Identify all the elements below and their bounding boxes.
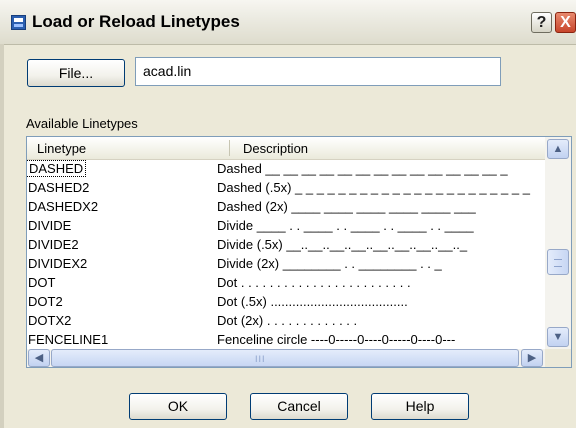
linetype-name: DASHED2 — [28, 180, 90, 195]
close-button[interactable]: X — [555, 12, 576, 33]
dialog-title: Load or Reload Linetypes — [32, 12, 240, 31]
window-frame — [0, 44, 4, 428]
linetype-description: Divide (2x) ________ . . ________ . . _ — [217, 256, 442, 271]
list-item[interactable]: DASHEDX2 Dashed (2x) ____ ____ ____ ____… — [27, 198, 545, 217]
list-item[interactable]: DASHED2 Dashed (.5x) _ _ _ _ _ _ _ _ _ _… — [27, 179, 545, 198]
linetype-description: Dashed (2x) ____ ____ ____ ____ ____ ___ — [217, 199, 476, 214]
linetype-description: Dot (2x) . . . . . . . . . . . . . — [217, 313, 358, 328]
scrollbar-corner — [545, 349, 571, 367]
list-item[interactable]: DASHED Dashed __ __ __ __ __ __ __ __ __… — [27, 160, 545, 179]
list-item[interactable]: DOT2 Dot (.5x) .........................… — [27, 293, 545, 312]
available-linetypes-label: Available Linetypes — [26, 116, 138, 131]
linetype-name: FENCELINE1 — [28, 332, 109, 347]
column-header-linetype[interactable]: Linetype — [37, 141, 86, 156]
ok-button[interactable]: OK — [129, 393, 227, 420]
title-help-button[interactable]: ? — [531, 12, 552, 33]
list-item[interactable]: DOTX2 Dot (2x) . . . . . . . . . . . . . — [27, 312, 545, 331]
scroll-right-arrow-icon[interactable]: ▶ — [521, 349, 543, 367]
vertical-scroll-thumb[interactable] — [547, 249, 569, 275]
linetype-name: DIVIDEX2 — [28, 256, 88, 271]
title-bar: Load or Reload Linetypes ? X — [0, 0, 576, 45]
linetype-description: Divide ____ . . ____ . . ____ . . ____ .… — [217, 218, 474, 233]
linetype-description: Dot (.5x) ..............................… — [217, 294, 408, 309]
load-linetypes-dialog: Load or Reload Linetypes ? X File... aca… — [0, 0, 576, 428]
linetype-name: DIVIDE2 — [28, 237, 79, 252]
file-name-field[interactable]: acad.lin — [135, 57, 501, 86]
list-item[interactable]: DIVIDE2 Divide (.5x) __..__..__..__..__.… — [27, 236, 545, 255]
column-header-description[interactable]: Description — [243, 141, 308, 156]
linetype-list[interactable]: Linetype Description DASHED Dashed __ __… — [26, 136, 572, 368]
horizontal-scroll-thumb[interactable]: III — [51, 349, 519, 367]
list-item[interactable]: DIVIDEX2 Divide (2x) ________ . . ______… — [27, 255, 545, 274]
linetype-description: Dashed __ __ __ __ __ __ __ __ __ __ __ … — [217, 161, 508, 176]
linetype-name: DOT2 — [28, 294, 63, 309]
list-rows: DASHED Dashed __ __ __ __ __ __ __ __ __… — [27, 160, 545, 350]
column-divider[interactable] — [229, 140, 230, 156]
list-item[interactable]: FENCELINE1 Fenceline circle ----0-----0-… — [27, 331, 545, 350]
linetype-name: DIVIDE — [28, 218, 72, 233]
help-button[interactable]: Help — [371, 393, 469, 420]
list-item[interactable]: DOT Dot . . . . . . . . . . . . . . . . … — [27, 274, 545, 293]
horizontal-scrollbar[interactable]: ◀ III ▶ — [27, 349, 545, 367]
file-button[interactable]: File... — [27, 59, 125, 87]
linetype-name: DOTX2 — [28, 313, 72, 328]
linetype-name: DASHEDX2 — [28, 199, 99, 214]
scroll-down-arrow-icon[interactable]: ▼ — [547, 327, 569, 347]
list-item[interactable]: DIVIDE Divide ____ . . ____ . . ____ . .… — [27, 217, 545, 236]
scroll-up-arrow-icon[interactable]: ▲ — [547, 139, 569, 159]
scroll-grip-icon: III — [255, 354, 266, 364]
linetype-name: DOT — [28, 275, 56, 290]
linetype-description: Divide (.5x) __..__..__..__..__..__..__.… — [217, 237, 468, 252]
linetype-description: Dashed (.5x) _ _ _ _ _ _ _ _ _ _ _ _ _ _… — [217, 180, 530, 195]
linetype-description: Dot . . . . . . . . . . . . . . . . . . … — [217, 275, 411, 290]
app-icon — [11, 15, 26, 30]
list-header: Linetype Description — [27, 137, 545, 160]
linetype-description: Fenceline circle ----0-----0----0-----0-… — [217, 332, 456, 347]
vertical-scrollbar[interactable]: ▲ ▼ — [545, 137, 571, 349]
scroll-left-arrow-icon[interactable]: ◀ — [28, 349, 50, 367]
cancel-button[interactable]: Cancel — [250, 393, 348, 420]
linetype-name: DASHED — [27, 160, 87, 177]
